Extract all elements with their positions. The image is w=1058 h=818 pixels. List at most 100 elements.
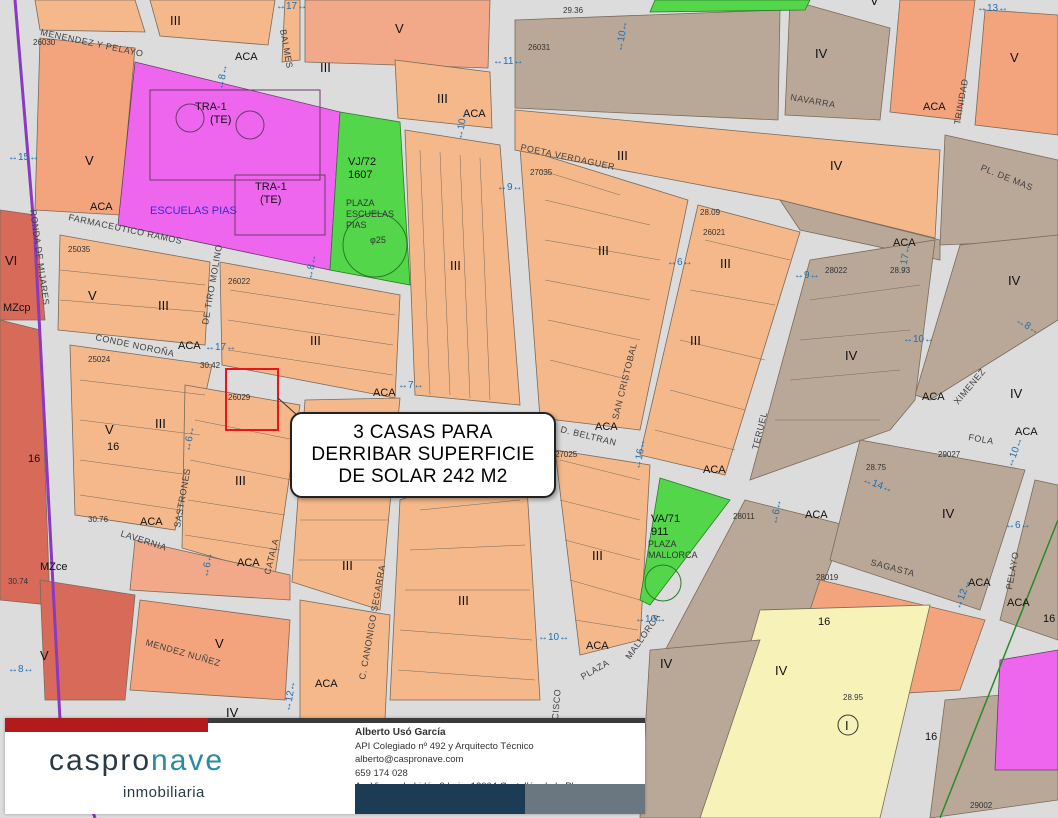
svg-text:III: III bbox=[342, 558, 353, 573]
svg-text:VI: VI bbox=[5, 253, 17, 268]
svg-text:TRA-1: TRA-1 bbox=[195, 101, 227, 113]
svg-text:V: V bbox=[1010, 50, 1019, 65]
svg-text:(TE): (TE) bbox=[210, 114, 231, 126]
svg-text:16: 16 bbox=[28, 453, 40, 465]
svg-text:↔15↔: ↔15↔ bbox=[8, 152, 39, 163]
svg-text:↔17↔: ↔17↔ bbox=[205, 342, 236, 353]
svg-text:ACA: ACA bbox=[178, 340, 201, 352]
svg-text:III: III bbox=[320, 60, 331, 75]
svg-text:V: V bbox=[40, 648, 49, 663]
svg-text:ESCUELAS: ESCUELAS bbox=[346, 209, 394, 219]
svg-text:25024: 25024 bbox=[88, 355, 111, 364]
svg-text:30.74: 30.74 bbox=[8, 577, 29, 586]
svg-text:28.09: 28.09 bbox=[700, 208, 721, 217]
svg-text:PLAZA: PLAZA bbox=[648, 539, 677, 549]
svg-text:V: V bbox=[88, 288, 97, 303]
svg-text:V: V bbox=[395, 21, 404, 36]
svg-text:16: 16 bbox=[107, 441, 119, 453]
svg-text:911: 911 bbox=[651, 526, 669, 538]
agent-phone[interactable]: 659 174 028 bbox=[355, 767, 592, 781]
logo-text-a: caspro bbox=[49, 744, 152, 777]
svg-text:↔7↔: ↔7↔ bbox=[398, 380, 424, 391]
svg-text:III: III bbox=[310, 333, 321, 348]
svg-text:↔16↔: ↔16↔ bbox=[635, 614, 666, 625]
svg-text:27025: 27025 bbox=[555, 450, 578, 459]
svg-text:1607: 1607 bbox=[348, 169, 372, 181]
listing-callout: 3 CASAS PARA DERRIBAR SUPERFICIE DE SOLA… bbox=[290, 412, 556, 498]
banner-red-bar bbox=[5, 718, 208, 732]
svg-text:ACA: ACA bbox=[90, 201, 113, 213]
svg-text:VJ/72: VJ/72 bbox=[348, 156, 376, 168]
svg-text:MALLORCA: MALLORCA bbox=[648, 550, 698, 560]
svg-text:29002: 29002 bbox=[970, 801, 993, 810]
svg-text:III: III bbox=[617, 148, 628, 163]
svg-text:ACA: ACA bbox=[805, 509, 828, 521]
svg-text:16: 16 bbox=[818, 616, 830, 628]
svg-text:26022: 26022 bbox=[228, 277, 251, 286]
svg-text:ACA: ACA bbox=[595, 421, 618, 433]
svg-text:ACA: ACA bbox=[923, 101, 946, 113]
svg-text:16: 16 bbox=[1043, 613, 1055, 625]
svg-text:↔8↔: ↔8↔ bbox=[8, 664, 34, 675]
svg-text:PLAZA: PLAZA bbox=[346, 198, 375, 208]
svg-text:III: III bbox=[450, 258, 461, 273]
svg-text:PIAS: PIAS bbox=[346, 220, 367, 230]
callout-line-2: DERRIBAR SUPERFICIE bbox=[311, 444, 535, 465]
svg-text:φ25: φ25 bbox=[370, 235, 386, 245]
svg-text:IV: IV bbox=[942, 506, 955, 521]
svg-text:ACA: ACA bbox=[1007, 597, 1030, 609]
svg-text:ACA: ACA bbox=[237, 557, 260, 569]
svg-text:MZcp: MZcp bbox=[3, 302, 31, 314]
svg-text:III: III bbox=[235, 473, 246, 488]
svg-text:ACA: ACA bbox=[140, 516, 163, 528]
svg-text:28011: 28011 bbox=[733, 512, 755, 521]
svg-text:III: III bbox=[170, 13, 181, 28]
svg-text:26031: 26031 bbox=[528, 43, 551, 52]
logo-text-b: nave bbox=[151, 744, 225, 777]
svg-text:TRA-1: TRA-1 bbox=[255, 181, 287, 193]
svg-text:ACA: ACA bbox=[1015, 426, 1038, 438]
svg-text:V: V bbox=[215, 636, 224, 651]
svg-text:↔6↔: ↔6↔ bbox=[667, 257, 693, 268]
svg-text:↔13↔: ↔13↔ bbox=[977, 3, 1008, 14]
svg-text:I: I bbox=[845, 718, 849, 733]
svg-text:V: V bbox=[105, 422, 114, 437]
callout-line-1: 3 CASAS PARA bbox=[353, 422, 493, 443]
svg-text:28.95: 28.95 bbox=[843, 693, 864, 702]
svg-text:III: III bbox=[155, 416, 166, 431]
svg-text:IV: IV bbox=[775, 663, 788, 678]
svg-text:ACA: ACA bbox=[703, 464, 726, 476]
svg-text:IV: IV bbox=[660, 656, 673, 671]
svg-text:VA/71: VA/71 bbox=[651, 513, 680, 525]
svg-text:V: V bbox=[870, 0, 879, 8]
caspronave-logo: caspronave inmobiliaria bbox=[49, 744, 225, 801]
svg-text:26029: 26029 bbox=[228, 393, 251, 402]
svg-text:III: III bbox=[158, 298, 169, 313]
svg-text:↔6↔: ↔6↔ bbox=[1005, 520, 1031, 531]
svg-text:ACA: ACA bbox=[315, 678, 338, 690]
svg-text:III: III bbox=[437, 91, 448, 106]
svg-text:29.36: 29.36 bbox=[563, 6, 584, 15]
svg-text:ACA: ACA bbox=[373, 387, 396, 399]
svg-text:ESCUELAS PIAS: ESCUELAS PIAS bbox=[150, 205, 237, 217]
svg-text:28019: 28019 bbox=[816, 573, 839, 582]
svg-text:29027: 29027 bbox=[938, 450, 961, 459]
banner-bottom-bar bbox=[355, 784, 645, 814]
svg-text:27035: 27035 bbox=[530, 168, 553, 177]
svg-text:28.75: 28.75 bbox=[866, 463, 887, 472]
svg-text:↔10↔: ↔10↔ bbox=[903, 334, 934, 345]
svg-text:↔11↔: ↔11↔ bbox=[493, 56, 523, 67]
banner-dark-bar bbox=[208, 718, 645, 723]
svg-text:III: III bbox=[458, 593, 469, 608]
svg-text:IV: IV bbox=[830, 158, 843, 173]
svg-text:↔17↔: ↔17↔ bbox=[276, 1, 307, 12]
svg-text:III: III bbox=[592, 548, 603, 563]
logo-subtitle: inmobiliaria bbox=[123, 784, 205, 801]
callout-line-3: DE SOLAR 242 M2 bbox=[338, 466, 508, 487]
agent-email[interactable]: alberto@caspronave.com bbox=[355, 753, 592, 767]
agency-banner: caspronave inmobiliaria Alberto Usó Garc… bbox=[5, 718, 645, 814]
svg-text:III: III bbox=[598, 243, 609, 258]
svg-text:ACA: ACA bbox=[235, 51, 258, 63]
svg-text:IV: IV bbox=[845, 348, 858, 363]
svg-text:↔9↔: ↔9↔ bbox=[497, 182, 523, 193]
